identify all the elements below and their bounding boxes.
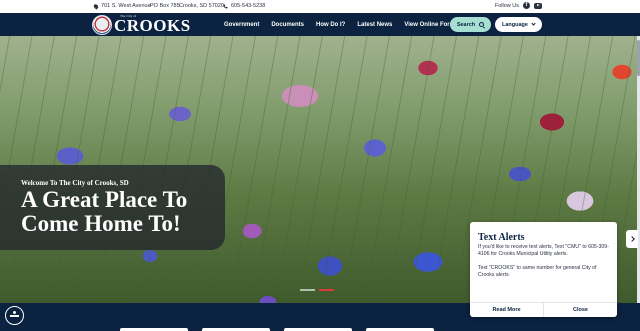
logo-wordmark: CROOKS: [114, 15, 191, 35]
map-pin-icon: [92, 2, 100, 10]
chevron-right-icon: [629, 236, 635, 242]
read-more-button[interactable]: Read More: [470, 303, 543, 317]
alert-body: If you'd like to receive text alerts, Te…: [478, 244, 612, 279]
site-logo[interactable]: The City of CROOKS: [92, 14, 191, 35]
street-address: 701 S. West Avenue: [101, 3, 151, 9]
watermark: SiteWatchers: [580, 312, 610, 318]
hero-title: A Great Place To Come Home To!: [21, 187, 188, 236]
nav-documents[interactable]: Documents: [271, 22, 304, 28]
social-links: Follow Us f: [495, 2, 542, 9]
search-label: Search: [456, 21, 476, 28]
accessibility-button[interactable]: [5, 306, 24, 325]
nav-government[interactable]: Government: [224, 22, 259, 28]
slide-dot-2[interactable]: [319, 289, 334, 291]
search-icon: [479, 22, 485, 27]
slide-dot-1[interactable]: [300, 289, 315, 291]
nav-how-do-i[interactable]: How Do I?: [316, 22, 345, 28]
side-panel-toggle[interactable]: [626, 230, 638, 248]
accessibility-icon: [10, 311, 19, 320]
welcome-subtitle: Welcome To The City of Crooks, SD: [21, 179, 129, 187]
alert-text-crooks: Text "CROOKS" to same number for general…: [478, 264, 597, 278]
address-item: 701 S. West Avenue: [92, 2, 151, 10]
main-navbar: The City of CROOKS Government Documents …: [0, 13, 640, 36]
city-seal-icon: [92, 15, 112, 35]
po-box: PO Box 785: [150, 3, 180, 9]
primary-nav: Government Documents How Do I? Latest Ne…: [224, 13, 458, 36]
youtube-icon[interactable]: [534, 2, 542, 9]
language-button[interactable]: Language: [495, 17, 542, 32]
city-item: Crooks, SD 57020: [179, 3, 224, 9]
language-label: Language: [502, 21, 528, 28]
city-state-zip: Crooks, SD 57020: [179, 3, 224, 9]
text-alerts-popup: Text Alerts If you'd like to receive tex…: [470, 222, 617, 317]
phone-number[interactable]: 605-543-5238: [231, 3, 265, 9]
slider-pagination: [300, 289, 334, 291]
chevron-down-icon: [531, 21, 536, 26]
po-box-item: PO Box 785: [150, 3, 180, 9]
top-utility-bar: 701 S. West Avenue PO Box 785 Crooks, SD…: [0, 0, 640, 13]
alert-text-cmu: If you'd like to receive text alerts, Te…: [478, 244, 609, 258]
phone-item[interactable]: 605-543-5238: [223, 3, 265, 9]
alert-title: Text Alerts: [478, 232, 525, 243]
nav-latest-news[interactable]: Latest News: [357, 22, 392, 28]
follow-us-label: Follow Us: [494, 2, 519, 9]
logo-tagline: The City of: [120, 14, 137, 18]
search-button[interactable]: Search: [450, 17, 491, 32]
phone-icon: [223, 4, 228, 8]
facebook-icon[interactable]: f: [523, 2, 530, 9]
